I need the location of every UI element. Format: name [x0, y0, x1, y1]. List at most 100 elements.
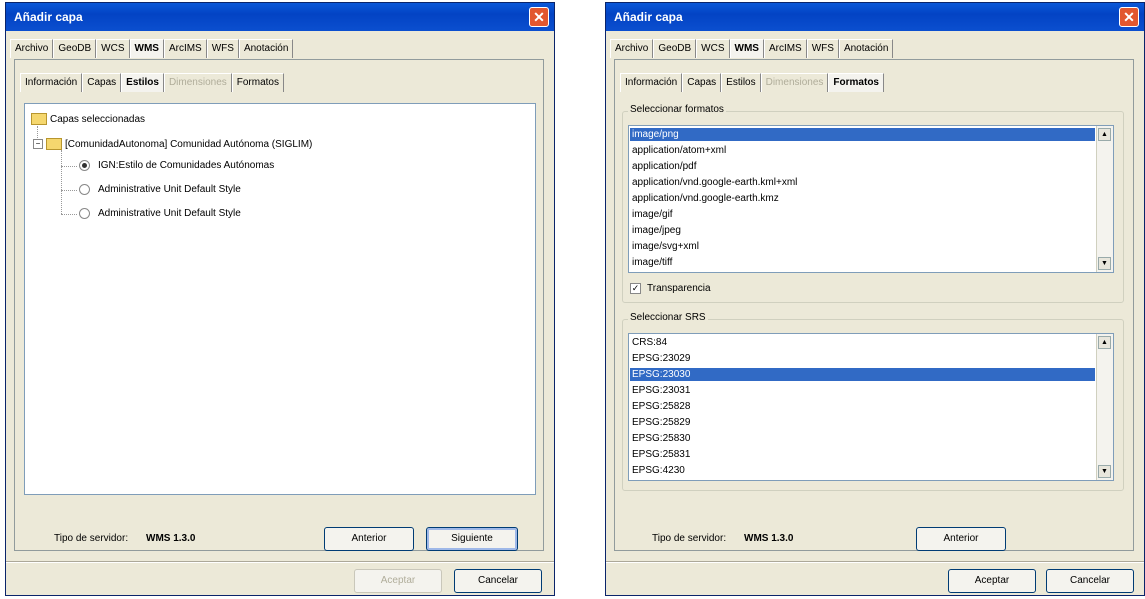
- style-option[interactable]: IGN:Estilo de Comunidades Autónomas: [79, 160, 274, 171]
- list-item[interactable]: EPSG:25828: [630, 400, 1095, 413]
- scroll-down-icon[interactable]: ▼: [1098, 257, 1111, 270]
- tab-anotacion[interactable]: Anotación: [238, 39, 294, 58]
- radio-icon[interactable]: [79, 184, 90, 195]
- transparency-label: Transparencia: [647, 283, 711, 294]
- tree-line: [61, 166, 77, 167]
- subtab-informacion[interactable]: Información: [20, 73, 83, 92]
- separator: [606, 561, 1144, 563]
- tab-wms[interactable]: WMS: [729, 39, 764, 58]
- subtab-estilos[interactable]: Estilos: [721, 73, 761, 92]
- server-type-label: Tipo de servidor:: [652, 533, 727, 544]
- right-dialog-title: Añadir capa: [614, 10, 683, 24]
- subtab-dimensiones[interactable]: Dimensiones: [163, 73, 232, 92]
- right-top-tabs: Archivo GeoDB WCS WMS ArcIMS WFS Anotaci…: [610, 39, 894, 58]
- tab-geodb[interactable]: GeoDB: [53, 39, 97, 58]
- scroll-up-icon[interactable]: ▲: [1098, 128, 1111, 141]
- checkbox-checked-icon[interactable]: ✓: [630, 283, 641, 294]
- styles-tree: Capas seleccionadas − [ComunidadAutonoma…: [24, 103, 536, 495]
- tree-line: [61, 190, 77, 191]
- radio-selected-icon[interactable]: [79, 160, 90, 171]
- left-close-icon[interactable]: ✕: [529, 7, 549, 27]
- subtab-dimensiones[interactable]: Dimensiones: [760, 73, 829, 92]
- srs-list[interactable]: CRS:84 EPSG:23029 EPSG:23030 EPSG:23031 …: [628, 333, 1114, 481]
- left-dialog-title: Añadir capa: [14, 10, 83, 24]
- list-item[interactable]: image/tiff: [630, 256, 1095, 269]
- list-item[interactable]: application/atom+xml: [630, 144, 1095, 157]
- list-item[interactable]: image/svg+xml: [630, 240, 1095, 253]
- scroll-down-icon[interactable]: ▼: [1098, 465, 1111, 478]
- radio-icon[interactable]: [79, 208, 90, 219]
- subtab-estilos[interactable]: Estilos: [121, 73, 164, 92]
- left-sub-tabs: Información Capas Estilos Dimensiones Fo…: [20, 73, 284, 92]
- subtab-formatos[interactable]: Formatos: [231, 73, 284, 92]
- list-item[interactable]: EPSG:23029: [630, 352, 1095, 365]
- tree-line: [61, 214, 77, 215]
- right-close-icon[interactable]: ✕: [1119, 7, 1139, 27]
- list-item[interactable]: image/png: [630, 128, 1095, 141]
- subtab-capas[interactable]: Capas: [682, 73, 722, 92]
- subtab-formatos[interactable]: Formatos: [828, 73, 884, 92]
- folder-icon: [46, 138, 62, 150]
- tab-anotacion[interactable]: Anotación: [838, 39, 894, 58]
- subtab-capas[interactable]: Capas: [82, 73, 122, 92]
- tree-root-label: Capas seleccionadas: [50, 113, 146, 125]
- tab-wcs[interactable]: WCS: [696, 39, 730, 58]
- tree-layer-label: [ComunidadAutonoma] Comunidad Autónoma (…: [65, 138, 313, 150]
- tab-arcims[interactable]: ArcIMS: [763, 39, 807, 58]
- transparency-checkbox[interactable]: ✓ Transparencia: [630, 283, 711, 294]
- list-item[interactable]: EPSG:25829: [630, 416, 1095, 429]
- server-type-label: Tipo de servidor:: [54, 533, 129, 544]
- formats-group-title: Seleccionar formatos: [628, 104, 726, 115]
- srs-scrollbar[interactable]: ▲ ▼: [1096, 334, 1113, 480]
- list-item[interactable]: EPSG:23030: [630, 368, 1095, 381]
- folder-icon: [31, 113, 47, 125]
- style-option[interactable]: Administrative Unit Default Style: [79, 184, 241, 195]
- formats-scrollbar[interactable]: ▲ ▼: [1096, 126, 1113, 272]
- style-option-label: Administrative Unit Default Style: [98, 208, 241, 219]
- list-item[interactable]: image/gif: [630, 208, 1095, 221]
- list-item[interactable]: application/pdf: [630, 160, 1095, 173]
- srs-group-title: Seleccionar SRS: [628, 312, 708, 323]
- list-item[interactable]: EPSG:23031: [630, 384, 1095, 397]
- left-title-bar: Añadir capa ✕: [6, 3, 554, 31]
- list-item[interactable]: application/vnd.google-earth.kmz: [630, 192, 1095, 205]
- next-button[interactable]: Siguiente: [426, 527, 518, 551]
- collapse-icon[interactable]: −: [33, 139, 43, 149]
- right-dialog: Añadir capa ✕ Archivo GeoDB WCS WMS ArcI…: [605, 2, 1145, 596]
- tab-wfs[interactable]: WFS: [206, 39, 239, 58]
- server-type-value: WMS 1.3.0: [146, 533, 196, 544]
- list-item[interactable]: CRS:84: [630, 336, 1095, 349]
- tab-arcims[interactable]: ArcIMS: [163, 39, 207, 58]
- left-top-tabs: Archivo GeoDB WCS WMS ArcIMS WFS Anotaci…: [10, 39, 294, 58]
- style-option[interactable]: Administrative Unit Default Style: [79, 208, 241, 219]
- list-item[interactable]: EPSG:25831: [630, 448, 1095, 461]
- back-button[interactable]: Anterior: [916, 527, 1006, 551]
- tab-wfs[interactable]: WFS: [806, 39, 839, 58]
- tab-wcs[interactable]: WCS: [96, 39, 130, 58]
- cancel-button[interactable]: Cancelar: [1046, 569, 1134, 593]
- tree-line: [61, 150, 62, 214]
- left-dialog: Añadir capa ✕ Archivo GeoDB WCS WMS ArcI…: [5, 2, 555, 596]
- server-type-value: WMS 1.3.0: [744, 533, 794, 544]
- cancel-button[interactable]: Cancelar: [454, 569, 542, 593]
- right-title-bar: Añadir capa ✕: [606, 3, 1144, 31]
- back-button[interactable]: Anterior: [324, 527, 414, 551]
- accept-button[interactable]: Aceptar: [354, 569, 442, 593]
- tab-archivo[interactable]: Archivo: [10, 39, 54, 58]
- list-item[interactable]: application/vnd.google-earth.kml+xml: [630, 176, 1095, 189]
- separator: [6, 561, 554, 563]
- tab-archivo[interactable]: Archivo: [610, 39, 654, 58]
- subtab-informacion[interactable]: Información: [620, 73, 683, 92]
- accept-button[interactable]: Aceptar: [948, 569, 1036, 593]
- style-option-label: IGN:Estilo de Comunidades Autónomas: [98, 160, 275, 171]
- list-item[interactable]: EPSG:4230: [630, 464, 1095, 477]
- tree-layer[interactable]: − [ComunidadAutonoma] Comunidad Autónoma…: [33, 138, 312, 150]
- right-sub-tabs: Información Capas Estilos Dimensiones Fo…: [620, 73, 884, 92]
- list-item[interactable]: EPSG:25830: [630, 432, 1095, 445]
- scroll-up-icon[interactable]: ▲: [1098, 336, 1111, 349]
- tree-root[interactable]: Capas seleccionadas: [31, 113, 145, 125]
- formats-list[interactable]: image/png application/atom+xml applicati…: [628, 125, 1114, 273]
- tab-geodb[interactable]: GeoDB: [653, 39, 697, 58]
- list-item[interactable]: image/jpeg: [630, 224, 1095, 237]
- tab-wms[interactable]: WMS: [129, 39, 164, 58]
